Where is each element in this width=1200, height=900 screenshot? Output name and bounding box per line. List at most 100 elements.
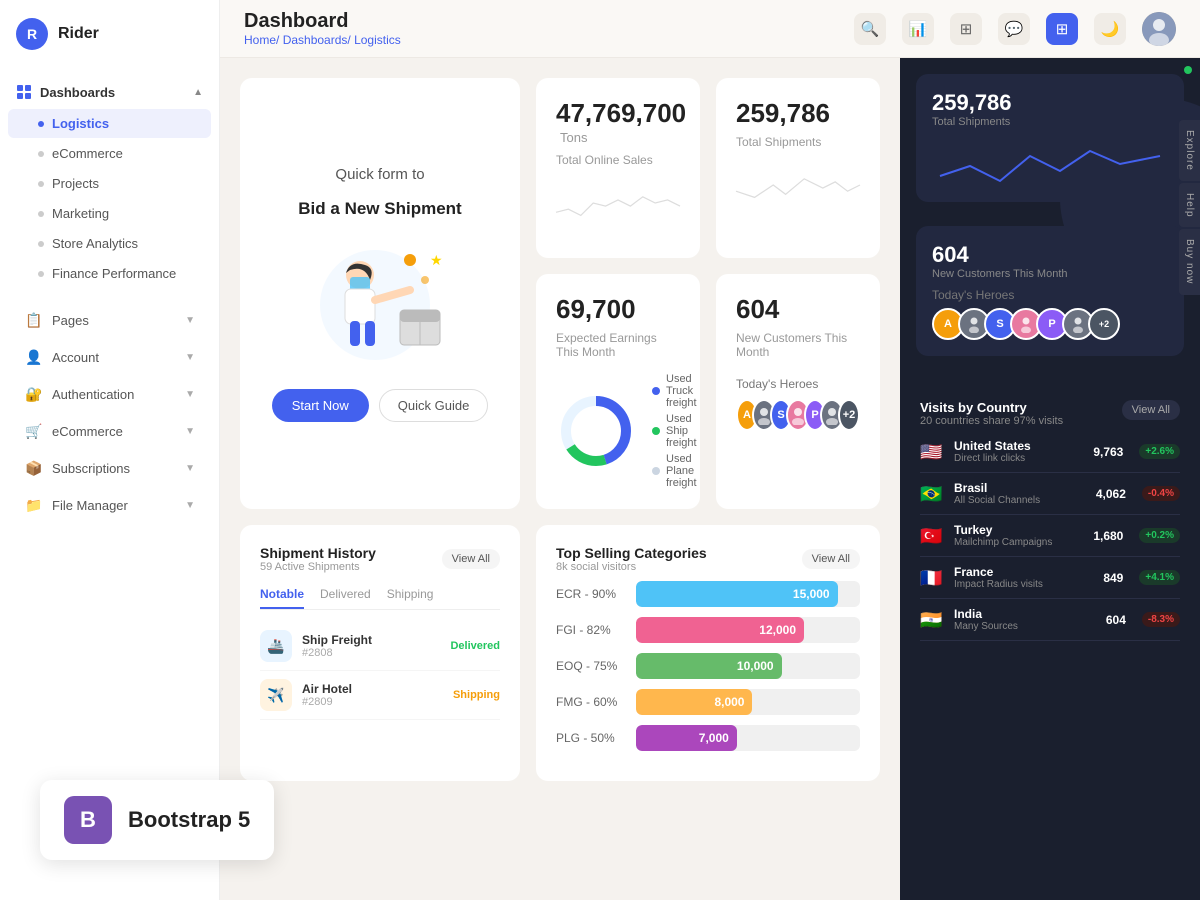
logo-name: Rider [58,25,99,43]
dark-shipments-label: Total Shipments [932,116,1168,128]
country-name: Turkey [954,523,1083,537]
sidebar-item-account[interactable]: 👤 Account ▼ [8,339,211,375]
dark-customers-label: New Customers This Month [932,268,1168,280]
svg-text:★: ★ [430,252,443,268]
quick-guide-button[interactable]: Quick Guide [379,389,489,422]
authentication-icon: 🔐 [24,384,44,404]
start-now-button[interactable]: Start Now [272,389,369,422]
bar-track: 8,000 [636,689,860,715]
bar-track: 12,000 [636,617,860,643]
sidebar-item-marketing[interactable]: Marketing [8,199,211,228]
sidebar-item-authentication[interactable]: 🔐 Authentication ▼ [8,376,211,412]
bar-label: PLG - 50% [556,731,626,745]
country-row: 🇺🇸 United States Direct link clicks 9,76… [920,431,1180,473]
earnings-card: 69,700 Expected Earnings This Month [536,274,700,509]
ecommerce-dot-icon [38,151,44,157]
sidebar-item-projects[interactable]: Projects [8,169,211,198]
country-change: -0.4% [1142,486,1180,501]
side-tabs: Explore Help Buy now [1179,120,1200,295]
country-change: +0.2% [1139,528,1180,543]
country-visits: 604 [1106,613,1126,627]
country-info: India Many Sources [954,607,1096,632]
shipment-card-title: Quick form to [335,166,424,183]
selling-bar-row: ECR - 90% 15,000 [556,581,860,607]
apps-icon[interactable]: ⊞ [1046,13,1078,45]
country-flag-icon: 🇺🇸 [920,443,944,461]
dark-heroes-avatars: A S P +2 [932,308,1168,340]
center-content: Quick form to Bid a New Shipment [220,58,900,900]
sidebar-item-logistics[interactable]: Logistics [8,109,211,138]
tab-shipping[interactable]: Shipping [387,581,434,609]
country-row: 🇫🇷 France Impact Radius visits 849 +4.1% [920,557,1180,599]
total-sales-line-chart [556,173,680,233]
country-info: Turkey Mailchimp Campaigns [954,523,1083,548]
bar-label: FMG - 60% [556,695,626,709]
bottom-row: Shipment History 59 Active Shipments Vie… [240,525,880,781]
country-source: All Social Channels [954,495,1086,506]
earnings-donut-chart [556,391,636,471]
account-chevron-icon: ▼ [185,352,195,363]
total-shipments-label: Total Shipments [736,135,860,149]
sidebar-item-pages[interactable]: 📋 Pages ▼ [8,302,211,338]
selling-view-all-button[interactable]: View All [802,549,860,569]
sidebar-dashboards-group[interactable]: Dashboards ▲ [0,76,219,108]
header-left: Dashboard Home/ Dashboards/ Logistics [244,10,401,47]
sidebar-item-ecommerce[interactable]: eCommerce [8,139,211,168]
total-sales-chart [556,173,680,238]
message-icon[interactable]: 💬 [998,13,1030,45]
history-subtitle: 59 Active Shipments [260,561,376,573]
projects-dot-icon [38,181,44,187]
grid-icon[interactable]: ⊞ [950,13,982,45]
history-status-1: Delivered [450,640,500,652]
truck-dot-icon [652,387,660,395]
history-item-name-2: Air Hotel [302,682,443,696]
search-icon[interactable]: 🔍 [854,13,886,45]
breadcrumb: Home/ Dashboards/ Logistics [244,33,401,47]
bootstrap-icon: B [64,796,112,844]
hero-avatar-extra: +2 [838,399,860,431]
total-sales-label: Total Online Sales [556,153,680,167]
marketing-dot-icon [38,211,44,217]
history-item-name-1: Ship Freight [302,633,440,647]
dark-shipments-chart [932,136,1168,186]
country-visits: 4,062 [1096,487,1126,501]
bar-fill: 8,000 [636,689,752,715]
selling-subtitle: 8k social visitors [556,561,707,573]
visits-view-all-button[interactable]: View All [1122,400,1180,420]
dark-customers-number: 604 [932,242,1168,268]
total-shipments-chart [736,155,860,238]
logistics-dot-icon [38,121,44,127]
buy-now-tab[interactable]: Buy now [1179,229,1200,294]
plane-dot-icon [652,467,660,475]
theme-icon[interactable]: 🌙 [1094,13,1126,45]
shipment-illustration: ★ [300,235,460,365]
account-icon: 👤 [24,347,44,367]
sidebar-item-store-analytics[interactable]: Store Analytics [8,229,211,258]
history-view-all-button[interactable]: View All [442,549,500,569]
avatar[interactable] [1142,12,1176,46]
store-analytics-dot-icon [38,241,44,247]
sidebar-logo[interactable]: R Rider [0,0,219,68]
chart-icon[interactable]: 📊 [902,13,934,45]
dark-customers-card: 604 New Customers This Month Today's Her… [916,226,1184,356]
total-shipments-line-chart [736,155,860,215]
explore-tab[interactable]: Explore [1179,120,1200,181]
tab-delivered[interactable]: Delivered [320,581,371,609]
sidebar-item-file-manager[interactable]: 📁 File Manager ▼ [8,487,211,523]
sidebar-item-finance-performance[interactable]: Finance Performance [8,259,211,288]
country-visits: 1,680 [1093,529,1123,543]
selling-title: Top Selling Categories [556,545,707,561]
bar-fill: 12,000 [636,617,804,643]
sidebar-item-ecommerce2[interactable]: 🛒 eCommerce ▼ [8,413,211,449]
help-tab[interactable]: Help [1179,183,1200,228]
earnings-legend: Used Truck freight 45% Used Ship freight… [652,373,700,489]
content-area: Quick form to Bid a New Shipment [220,58,1200,900]
country-info: Brasil All Social Channels [954,481,1086,506]
country-list: 🇺🇸 United States Direct link clicks 9,76… [920,431,1180,641]
sidebar-item-subscriptions[interactable]: 📦 Subscriptions ▼ [8,450,211,486]
top-selling-card: Top Selling Categories 8k social visitor… [536,525,880,781]
file-manager-icon: 📁 [24,495,44,515]
tab-notable[interactable]: Notable [260,581,304,609]
earnings-number: 69,700 [556,294,680,325]
dark-avatar-extra: +2 [1088,308,1120,340]
